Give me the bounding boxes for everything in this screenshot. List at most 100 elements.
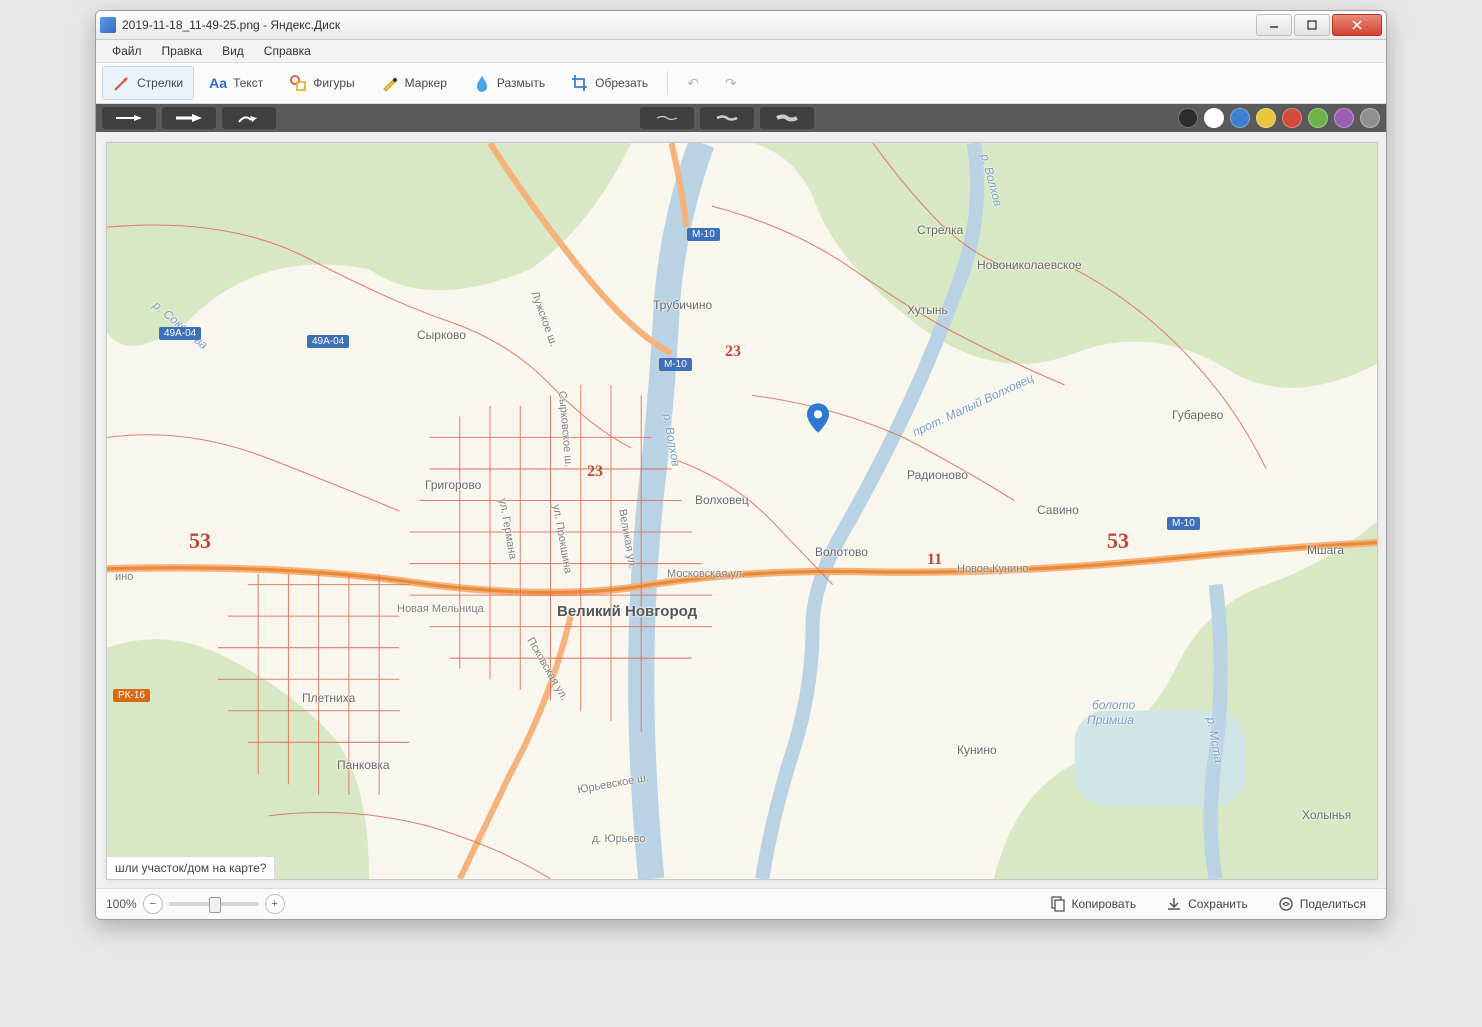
line-medium[interactable]	[700, 107, 754, 129]
tool-shapes[interactable]: Фигуры	[278, 66, 365, 100]
color-gray[interactable]	[1360, 108, 1380, 128]
label-ino: ино	[115, 571, 133, 583]
marker-icon	[381, 74, 399, 92]
undo-button[interactable]: ↶	[676, 66, 710, 100]
menu-file[interactable]: Файл	[102, 41, 152, 61]
window-title: 2019-11-18_11-49-25.png - Яндекс.Диск	[122, 18, 1254, 32]
label-volhovets: Волховец	[695, 493, 749, 507]
zoom-out-button[interactable]: −	[143, 894, 163, 914]
color-red[interactable]	[1282, 108, 1302, 128]
line-thin[interactable]	[640, 107, 694, 129]
label-kunino: Кунино	[957, 743, 997, 757]
copy-button[interactable]: Копировать	[1039, 892, 1146, 916]
route-53-east: 53	[1107, 528, 1129, 554]
titlebar: 2019-11-18_11-49-25.png - Яндекс.Диск	[96, 11, 1386, 40]
tool-text-label: Текст	[233, 76, 263, 90]
label-novoe-kunino: Новое Кунино	[957, 563, 1028, 575]
label-novonikolaevskoe: Новониколаевское	[977, 258, 1082, 272]
arrow-style-1[interactable]	[102, 107, 156, 129]
menu-edit[interactable]: Правка	[152, 41, 213, 61]
minimize-icon	[1269, 20, 1279, 30]
label-pankovka: Панковка	[337, 758, 390, 772]
label-khutyn: Хутынь	[907, 303, 948, 317]
color-purple[interactable]	[1334, 108, 1354, 128]
share-button[interactable]: Поделиться	[1268, 892, 1376, 916]
zoom-thumb[interactable]	[209, 897, 221, 913]
color-blue[interactable]	[1230, 108, 1250, 128]
statusbar: 100% − + Копировать Сохранить Поделиться	[96, 888, 1386, 919]
label-gubarevo: Губарево	[1172, 408, 1223, 422]
zoom-slider[interactable]	[169, 902, 259, 906]
crop-icon	[571, 74, 589, 92]
minimize-button[interactable]	[1256, 14, 1292, 36]
share-label: Поделиться	[1300, 897, 1366, 911]
route-11: 11	[927, 551, 942, 569]
text-icon: Aa	[209, 74, 227, 92]
label-grigorovo: Григорово	[425, 478, 481, 492]
close-icon	[1352, 20, 1362, 30]
badge-m10-1: М-10	[687, 228, 720, 241]
label-velikiy-novgorod: Великий Новгород	[557, 603, 697, 620]
maximize-button[interactable]	[1294, 14, 1330, 36]
map-bottom-caption: шли участок/дом на карте?	[107, 856, 275, 879]
label-volotovo: Волотово	[815, 545, 868, 559]
badge-m10-3: М-10	[1167, 517, 1200, 530]
zoom-group: 100% − +	[106, 894, 285, 914]
map-pin[interactable]	[807, 403, 829, 433]
maximize-icon	[1307, 20, 1317, 30]
tool-arrows[interactable]: Стрелки	[102, 66, 194, 100]
route-23-a: 23	[587, 463, 603, 481]
toolbar: Стрелки Aa Текст Фигуры Маркер Размыть О…	[96, 63, 1386, 104]
label-boloto2: Примша	[1087, 713, 1134, 727]
menu-view[interactable]: Вид	[212, 41, 254, 61]
tool-text[interactable]: Aa Текст	[198, 66, 274, 100]
app-window: 2019-11-18_11-49-25.png - Яндекс.Диск Фа…	[95, 10, 1387, 920]
map-frame[interactable]: Сырково Григорово Трубичино Стрелка Ново…	[106, 142, 1378, 880]
route-53-west: 53	[189, 528, 211, 554]
undo-icon: ↶	[687, 75, 699, 92]
label-pletniha: Плетниха	[302, 691, 355, 705]
blur-icon	[473, 74, 491, 92]
tool-marker[interactable]: Маркер	[370, 66, 458, 100]
zoom-in-button[interactable]: +	[265, 894, 285, 914]
app-icon	[100, 17, 116, 33]
tool-blur[interactable]: Размыть	[462, 66, 556, 100]
route-23-b: 23	[725, 343, 741, 361]
label-moskovskaya: Московская ул.	[667, 568, 745, 580]
save-label: Сохранить	[1188, 897, 1248, 911]
tool-shapes-label: Фигуры	[313, 76, 354, 90]
tool-blur-label: Размыть	[497, 76, 545, 90]
redo-icon: ↷	[725, 75, 737, 92]
copy-icon	[1049, 896, 1065, 912]
save-button[interactable]: Сохранить	[1156, 892, 1258, 916]
color-green[interactable]	[1308, 108, 1328, 128]
menu-help[interactable]: Справка	[254, 41, 321, 61]
label-boloto1: болото	[1092, 698, 1135, 712]
label-strelka: Стрелка	[917, 223, 963, 237]
badge-rk16: РК-16	[113, 689, 150, 702]
shapes-icon	[289, 74, 307, 92]
redo-button[interactable]: ↷	[714, 66, 748, 100]
badge-49a-1: 49А-04	[159, 327, 201, 340]
tool-arrows-label: Стрелки	[137, 76, 183, 90]
color-yellow[interactable]	[1256, 108, 1276, 128]
close-button[interactable]	[1332, 14, 1382, 36]
label-kholynya: Холынья	[1302, 808, 1351, 822]
arrow-style-3[interactable]	[222, 107, 276, 129]
tool-crop-label: Обрезать	[595, 76, 648, 90]
label-mshaga: Мшага	[1307, 543, 1344, 557]
download-icon	[1166, 896, 1182, 912]
canvas-area: Сырково Григорово Трубичино Стрелка Ново…	[96, 132, 1386, 888]
menubar: Файл Правка Вид Справка	[96, 40, 1386, 63]
label-syrkovo: Сырково	[417, 328, 466, 342]
arrow-icon	[113, 74, 131, 92]
badge-m10-2: М-10	[659, 358, 692, 371]
arrow-style-2[interactable]	[162, 107, 216, 129]
line-thick[interactable]	[760, 107, 814, 129]
tool-crop[interactable]: Обрезать	[560, 66, 659, 100]
color-white[interactable]	[1204, 108, 1224, 128]
map-svg	[107, 143, 1377, 879]
color-black[interactable]	[1178, 108, 1198, 128]
share-icon	[1278, 896, 1294, 912]
sub-toolbar	[96, 104, 1386, 132]
